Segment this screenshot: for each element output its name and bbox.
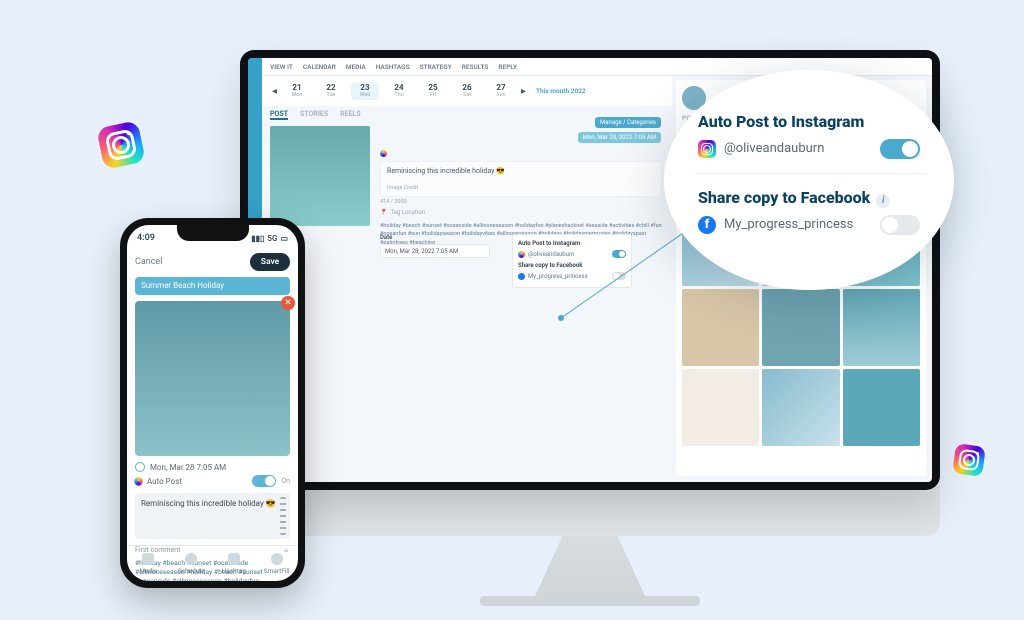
share-facebook-title: Share copy to Facebook [698, 188, 870, 207]
drag-handle-icon[interactable] [280, 497, 286, 535]
caption-input[interactable]: Reminiscing this incredible holiday 😎 [135, 493, 290, 539]
nav-item[interactable]: REPLY [498, 63, 517, 71]
tab-reels[interactable]: REELS [340, 110, 360, 120]
autopost-instagram-title: Auto Post to Instagram [698, 112, 920, 131]
facebook-page-name: My_progress_princess [724, 217, 853, 232]
cal-day[interactable]: 27Sun [487, 84, 515, 99]
date-picker[interactable]: Mon, Mar 28, 2022 7:05 AM [380, 244, 490, 258]
post-image[interactable]: ✕ [135, 301, 290, 456]
facebook-page-name: My_progress_princess [528, 273, 588, 280]
autopost-instagram-title: Auto Post to Instagram [518, 240, 580, 247]
grid-cell[interactable] [843, 289, 920, 366]
instagram-icon [518, 251, 525, 258]
instagram-icon [134, 477, 142, 485]
cal-day[interactable]: 26Sat [453, 84, 481, 99]
cal-day-selected[interactable]: 23Wed [351, 82, 379, 101]
network-label: 5G [267, 234, 277, 243]
share-facebook-title: Share copy to Facebook [518, 262, 582, 269]
tab-stories[interactable]: STORIES [300, 110, 328, 120]
cancel-button[interactable]: Cancel [135, 257, 162, 267]
facebook-toggle[interactable] [612, 272, 626, 280]
instagram-icon [698, 140, 716, 158]
instagram-icon [380, 150, 387, 157]
nav-item[interactable]: RESULTS [462, 63, 489, 71]
post-image[interactable] [270, 126, 370, 226]
facebook-toggle[interactable] [880, 215, 920, 235]
nav-item[interactable]: HASHTAGS [376, 63, 410, 71]
nav-item[interactable]: STRATEGY [420, 63, 452, 71]
nav-item[interactable]: CALENDAR [303, 63, 336, 71]
hashtag-icon [228, 553, 240, 565]
phone-mockup: 4:09 ▮▮▯ 5G ▭ Cancel Save Summer Beach H… [120, 218, 305, 588]
signal-icon: ▮▮▯ [251, 234, 264, 243]
autopost-panel: Auto Post to Instagram @oliveandauburn S… [512, 234, 632, 288]
schedule-icon [185, 553, 197, 565]
grid-cell[interactable] [762, 289, 839, 366]
scheduled-date[interactable]: Mon, Mar 28 7:05 AM [150, 463, 226, 472]
battery-icon: ▭ [280, 234, 288, 243]
toolbar-media[interactable]: Media [127, 546, 170, 581]
clock-icon [135, 462, 145, 472]
nav-item[interactable]: MEDIA [346, 63, 366, 71]
instagram-handle: @oliveandauburn [528, 251, 574, 258]
autopost-label: Auto Post [147, 477, 182, 486]
calendar-strip: ◀ 21Mon 22Tue 23Wed 24Thu 25Fri 26Sat 27… [262, 76, 672, 106]
smartfill-icon [271, 553, 283, 565]
cal-day[interactable]: 25Fri [419, 84, 447, 99]
cal-day[interactable]: 21Mon [283, 84, 311, 99]
info-icon[interactable]: i [876, 194, 890, 208]
scheduled-date-pill[interactable]: Mon, Mar 28, 2022 7:05 AM [578, 132, 661, 143]
autopost-toggle[interactable] [252, 475, 276, 487]
prev-week-icon[interactable]: ◀ [272, 87, 277, 95]
facebook-icon: f [698, 216, 716, 234]
caption-text[interactable]: Reminiscing this incredible holiday 😎 [387, 167, 655, 175]
nav-item[interactable]: VIEW IT [270, 63, 293, 71]
grid-cell[interactable] [682, 369, 759, 446]
phone-notch [177, 225, 249, 241]
manage-categories-button[interactable]: Manage / Categories [595, 117, 661, 128]
facebook-icon [518, 273, 525, 280]
media-icon [142, 553, 154, 565]
instagram-handle: @oliveandauburn [724, 141, 824, 156]
toggle-state: On [281, 477, 290, 485]
this-month-label[interactable]: This month 2022 [536, 87, 586, 95]
tab-post[interactable]: POST [270, 110, 288, 120]
cal-day[interactable]: 24Thu [385, 84, 413, 99]
cal-day[interactable]: 22Tue [317, 84, 345, 99]
pin-icon: 📍 [380, 209, 387, 216]
clock-time: 4:09 [137, 233, 155, 243]
date-label: Date [380, 234, 392, 241]
category-pill[interactable]: Summer Beach Holiday [135, 277, 290, 295]
char-counter: 414 / 2000 [380, 199, 662, 205]
post-type-tabs: POST STORIES REELS [270, 110, 361, 120]
grid-cell[interactable] [762, 369, 839, 446]
instagram-toggle[interactable] [880, 139, 920, 159]
autopost-callout-bubble: Auto Post to Instagram @oliveandauburn S… [664, 70, 954, 290]
instagram-icon [96, 120, 146, 170]
toolbar-schedule[interactable]: Schedule [170, 546, 213, 581]
next-week-icon[interactable]: ▶ [521, 87, 526, 95]
remove-image-icon[interactable]: ✕ [281, 296, 295, 310]
grid-cell[interactable] [682, 289, 759, 366]
toolbar-hashtag[interactable]: Hashtag [213, 546, 256, 581]
grid-cell[interactable] [843, 369, 920, 446]
image-credit-label: Image Credit [387, 185, 418, 191]
bottom-toolbar: Media Schedule Hashtag SmartFill [127, 545, 298, 581]
toolbar-smartfill[interactable]: SmartFill [255, 546, 298, 581]
save-button[interactable]: Save [250, 253, 290, 271]
tag-location-field[interactable]: Tag Location [390, 209, 425, 216]
instagram-icon [952, 443, 986, 477]
instagram-toggle[interactable] [612, 250, 626, 258]
